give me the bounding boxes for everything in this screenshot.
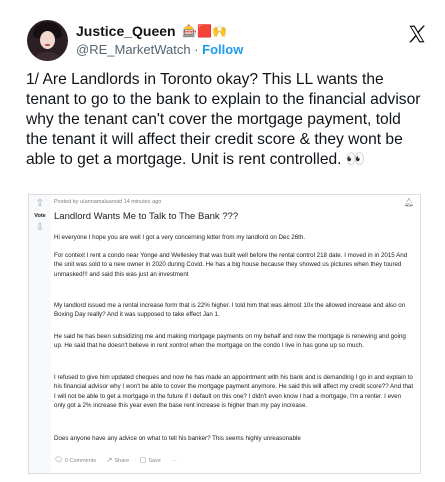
- vote-column: ⇧ Vote ⇩: [29, 195, 51, 473]
- post-paragraph: Hi everyone I hope you are well I got a …: [54, 234, 306, 241]
- author-handle-row: @RE_MarketWatch · Follow: [76, 42, 243, 57]
- post-paragraph: He said he has been subsidizing me and m…: [54, 333, 406, 350]
- avatar[interactable]: [27, 20, 68, 61]
- tweet: Justice_Queen 🎰🟥🙌 @RE_MarketWatch · Foll…: [0, 0, 445, 482]
- tweet-header: Justice_Queen 🎰🟥🙌 @RE_MarketWatch · Foll…: [27, 20, 427, 66]
- author-name-row: Justice_Queen 🎰🟥🙌: [76, 23, 227, 41]
- post-paragraph: I refused to give him updated cheques an…: [54, 374, 414, 410]
- bell-icon[interactable]: 🔔︎: [404, 198, 414, 207]
- follow-button[interactable]: Follow: [202, 42, 243, 57]
- arrow-down-icon[interactable]: ⇩: [35, 223, 45, 233]
- handle-separator: ·: [194, 42, 199, 57]
- avatar-lips: [45, 44, 50, 46]
- posted-by: Posted by u/annamaluanoid 14 minutes ago: [54, 199, 162, 205]
- share-button[interactable]: ↗ Share: [107, 456, 130, 464]
- save-button[interactable]: ▢ Save: [140, 456, 161, 464]
- post-paragraph: Does anyone have any advice on what to t…: [54, 435, 301, 442]
- post-paragraph: For context I rent a condo near Yonge an…: [54, 252, 408, 278]
- post-paragraph: My landlord issued me a rental increase …: [54, 302, 406, 319]
- comment-icon: 🗨︎: [54, 457, 63, 464]
- save-label: Save: [148, 458, 161, 464]
- arrow-up-icon[interactable]: ⇧: [35, 199, 45, 209]
- post-actions: 🗨︎ 0 Comments ↗ Share ▢ Save ···: [54, 456, 186, 466]
- author-handle[interactable]: @RE_MarketWatch: [76, 42, 191, 57]
- comments-button[interactable]: 🗨︎ 0 Comments: [54, 456, 96, 464]
- post-title[interactable]: Landlord Wants Me to Talk to The Bank ??…: [54, 211, 238, 222]
- share-icon: ↗: [106, 457, 113, 464]
- reddit-post-screenshot: ⇧ Vote ⇩ Posted by u/annamaluanoid 14 mi…: [28, 194, 421, 474]
- x-logo-icon[interactable]: [407, 24, 427, 44]
- comments-label: 0 Comments: [64, 458, 97, 464]
- avatar-shoulders: [31, 52, 64, 61]
- bookmark-icon: ▢: [139, 457, 147, 464]
- vote-label: Vote: [34, 213, 46, 219]
- share-label: Share: [114, 458, 130, 464]
- author-name[interactable]: Justice_Queen: [76, 23, 176, 39]
- tweet-text: 1/ Are Landlords in Toronto okay? This L…: [26, 71, 421, 168]
- avatar-face: [40, 31, 55, 49]
- more-options-button[interactable]: ···: [171, 458, 177, 464]
- author-name-emojis: 🎰🟥🙌: [182, 24, 227, 38]
